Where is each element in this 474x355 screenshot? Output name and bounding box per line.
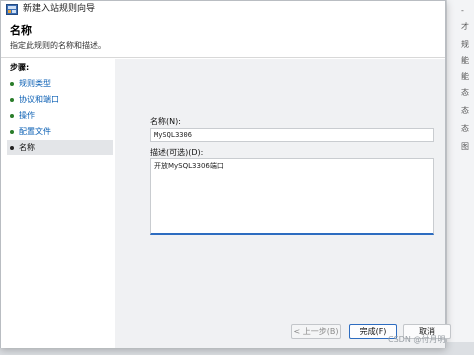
title-bar[interactable]: 新建入站规则向导 [1,1,445,18]
step-bullet-icon [10,146,14,150]
back-button[interactable]: < 上一步(B) [291,324,341,339]
rule-name-input[interactable]: MySQL3306 [150,128,434,142]
steps-panel: 步骤: 规则类型 协议和端口 操作 配置文件 名称 [1,59,115,348]
step-protocol-and-ports[interactable]: 协议和端口 [7,92,113,107]
step-rule-type[interactable]: 规则类型 [7,76,113,91]
page-title: 名称 [10,24,32,37]
step-bullet-icon [10,114,14,118]
step-bullet-icon [10,98,14,102]
new-inbound-rule-wizard-dialog: 新建入站规则向导 名称 指定此规则的名称和描述。 步骤: 规则类型 协议和端口 … [0,0,451,348]
steps-heading: 步骤: [10,63,30,72]
step-bullet-icon [10,130,14,134]
step-label: 规则类型 [19,79,51,88]
background-window-panel: - 才 规 能 能 态 态 态 图 [446,0,474,355]
rule-description-textarea[interactable]: 开放MySQL3306端口 [150,158,434,235]
step-bullet-icon [10,82,14,86]
step-action[interactable]: 操作 [7,108,113,123]
step-profile[interactable]: 配置文件 [7,124,113,139]
step-label: 操作 [19,111,35,120]
firewall-app-icon [6,4,18,15]
name-label: 名称(N): [150,117,181,126]
page-description: 指定此规则的名称和描述。 [10,41,106,50]
step-label: 协议和端口 [19,95,59,104]
wizard-content: 名称(N): MySQL3306 描述(可选)(D): 开放MySQL3306端… [115,59,451,348]
step-name-current[interactable]: 名称 [7,140,113,155]
step-label: 配置文件 [19,127,51,136]
window-title: 新建入站规则向导 [23,4,96,14]
step-label: 名称 [19,143,35,152]
description-label: 描述(可选)(D): [150,148,204,157]
watermark-text: CSDN @付月明 [388,335,446,344]
wizard-header: 名称 指定此规则的名称和描述。 [1,18,445,58]
